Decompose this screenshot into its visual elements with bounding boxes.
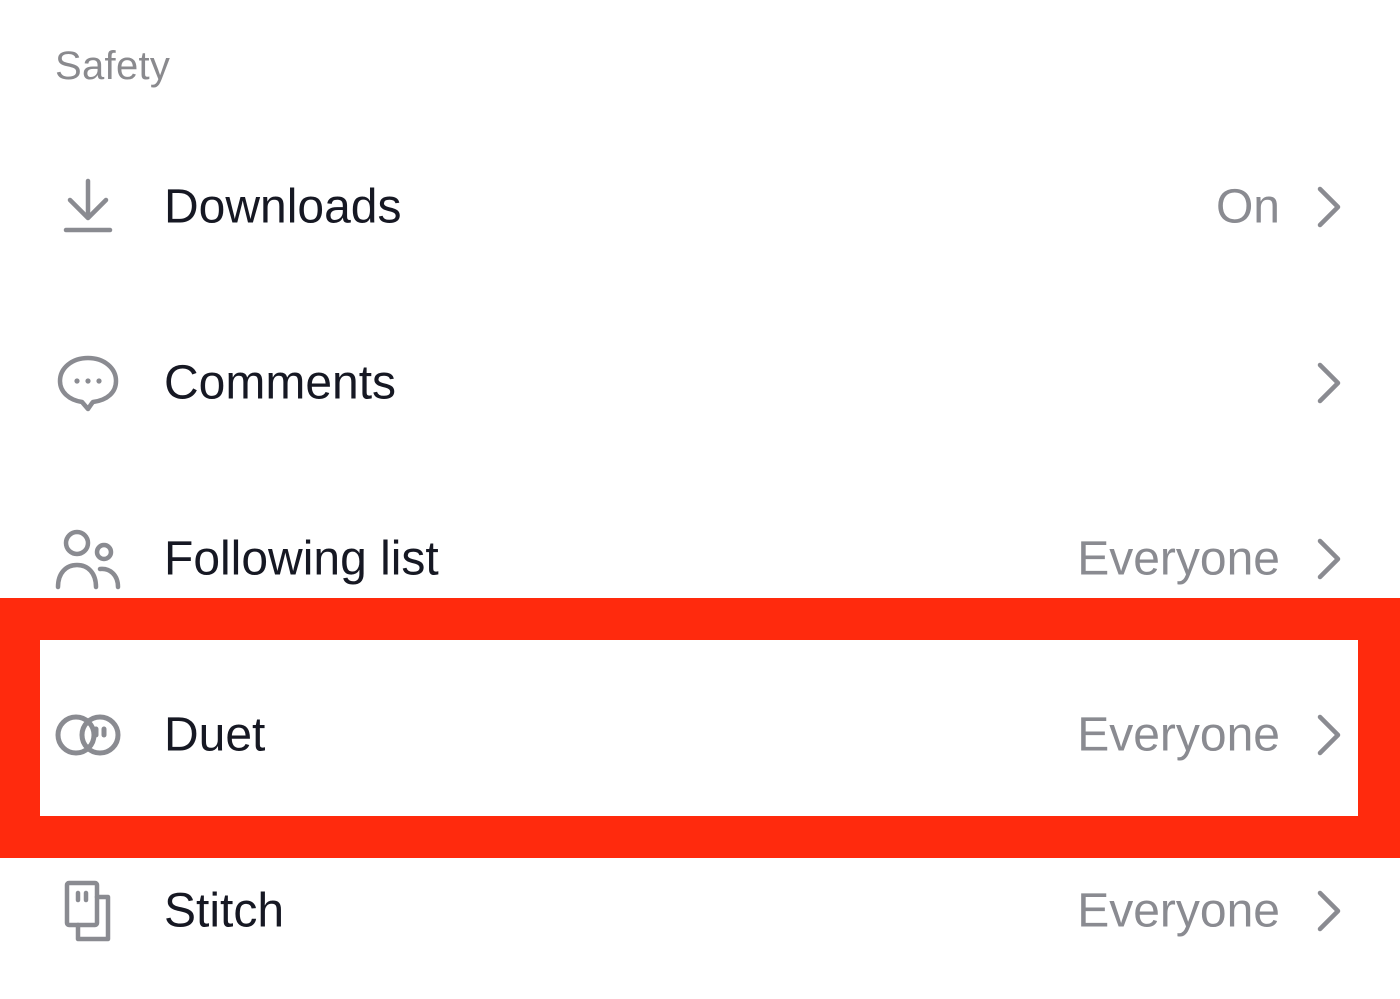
- chevron-right-icon: [1308, 711, 1348, 759]
- row-label-duet: Duet: [164, 708, 266, 762]
- row-label-comments: Comments: [164, 356, 397, 410]
- settings-row-duet[interactable]: Duet Everyone: [0, 647, 1400, 823]
- row-value-duet: Everyone: [1077, 708, 1280, 762]
- chevron-right-icon: [1308, 535, 1348, 583]
- row-label-downloads: Downloads: [164, 180, 402, 234]
- row-value-downloads: On: [1215, 180, 1280, 234]
- chevron-right-icon: [1308, 359, 1348, 407]
- row-label-following-list: Following list: [164, 532, 439, 586]
- settings-row-comments[interactable]: Comments: [0, 295, 1400, 471]
- row-value-stitch: Everyone: [1077, 884, 1280, 938]
- download-icon: [52, 171, 124, 243]
- section-header-safety: Safety: [55, 44, 171, 88]
- duet-icon: [52, 699, 124, 771]
- settings-row-following-list[interactable]: Following list Everyone: [0, 471, 1400, 647]
- settings-row-downloads[interactable]: Downloads On: [0, 119, 1400, 295]
- row-value-following-list: Everyone: [1077, 532, 1280, 586]
- chevron-right-icon: [1308, 887, 1348, 935]
- chevron-right-icon: [1308, 183, 1348, 231]
- settings-row-stitch[interactable]: Stitch Everyone: [0, 823, 1400, 999]
- people-icon: [52, 523, 124, 595]
- stitch-icon: [52, 875, 124, 947]
- row-label-stitch: Stitch: [164, 884, 285, 938]
- comment-bubble-icon: [52, 347, 124, 419]
